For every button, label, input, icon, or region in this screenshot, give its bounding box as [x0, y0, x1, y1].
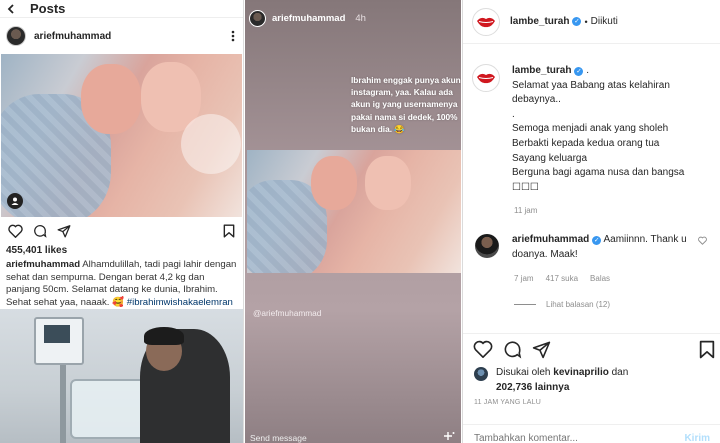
story-mention[interactable]: @ariefmuhammad — [253, 308, 321, 318]
post-comment-button[interactable]: Kirim — [684, 433, 710, 443]
mobile-topbar: Posts — [0, 0, 243, 18]
comment-like-heart-icon[interactable] — [698, 236, 707, 245]
back-arrow-icon[interactable] — [6, 3, 18, 15]
post-action-bar — [473, 338, 715, 360]
verified-badge-icon: ✓ — [572, 17, 582, 26]
comment-time[interactable]: 7 jam — [514, 274, 534, 283]
post-caption: ariefmuhammad Alhamdulillah, tadi pagi l… — [0, 259, 243, 309]
incubator-photo — [0, 309, 243, 443]
comment-username[interactable]: ariefmuhammad — [512, 234, 589, 245]
reply-button[interactable]: Balas — [590, 274, 610, 283]
liked-by: Disukai oleh kevinaprilio dan 202,736 la… — [474, 366, 628, 395]
post-user-suffix: . — [583, 65, 590, 76]
view-replies-button[interactable]: Lihat balasan (12) — [514, 300, 610, 309]
more-options-icon[interactable] — [231, 30, 235, 42]
story-header: ariefmuhammad 4h — [249, 10, 366, 27]
replies-line — [514, 304, 536, 305]
comment-icon[interactable] — [503, 340, 522, 359]
account-username[interactable]: lambe_turah — [510, 16, 569, 27]
share-icon[interactable] — [532, 340, 551, 359]
liked-by-mid: dan — [608, 367, 629, 378]
like-count[interactable]: 455,401 likes — [0, 245, 243, 259]
share-icon[interactable] — [57, 224, 71, 238]
liker-avatar[interactable] — [474, 367, 488, 381]
liked-by-user[interactable]: kevinaprilio — [553, 367, 609, 378]
post-line: ☐☐☐ — [512, 181, 539, 193]
caption-hashtag[interactable]: #ibrahimwishakaelemran — [127, 297, 233, 308]
send-message-field[interactable]: Send message — [250, 433, 307, 443]
post-username[interactable]: lambe_turah — [512, 65, 571, 76]
comment-icon[interactable] — [33, 224, 47, 238]
lips-logo-icon[interactable] — [472, 7, 500, 36]
comment-row: ariefmuhammad ✓ Aamiinnn. Thank u doanya.… — [475, 233, 715, 262]
post-time[interactable]: 11 jam — [514, 206, 537, 215]
post-header: lambe_turah ✓ • Diikuti — [463, 0, 720, 44]
post-line: debaynya.. — [512, 94, 561, 106]
author-username[interactable]: ariefmuhammad — [34, 31, 231, 42]
post-line: Berguna bagi agama nusa dan bangsa — [512, 167, 685, 179]
post-action-bar — [0, 217, 243, 245]
add-comment-input[interactable] — [474, 433, 654, 443]
story-username[interactable]: ariefmuhammad — [272, 13, 345, 24]
story-photo — [247, 150, 461, 273]
send-icon[interactable] — [441, 431, 455, 441]
post-line: Berbakti kepada kedua orang tua — [512, 137, 660, 149]
comment-text: ariefmuhammad ✓ Aamiinnn. Thank u doanya.… — [512, 233, 692, 262]
bookmark-icon[interactable] — [223, 224, 235, 238]
like-heart-icon[interactable] — [473, 340, 493, 358]
separator-dot: • — [584, 16, 588, 27]
story-panel: ariefmuhammad 4h Ibrahim enggak punya ak… — [245, 0, 461, 443]
bookmark-icon[interactable] — [699, 340, 715, 359]
divider — [463, 424, 720, 425]
page-title: Posts — [30, 1, 66, 16]
verified-badge-icon: ✓ — [592, 236, 602, 245]
post-line: Sayang keluarga — [512, 152, 588, 164]
caption-username[interactable]: ariefmuhammad — [6, 259, 80, 270]
post-caption-text: lambe_turah ✓ . Selamat yaa Babang atas k… — [512, 64, 712, 195]
story-time: 4h — [355, 13, 366, 24]
mobile-post-panel: Posts ariefmuhammad 455,401 likes ariefm… — [0, 0, 244, 443]
liked-by-suffix[interactable]: lainnya — [532, 382, 569, 393]
post-date[interactable]: 11 JAM YANG LALU — [474, 399, 541, 406]
comment-avatar[interactable] — [475, 234, 499, 258]
liked-by-text: Disukai oleh kevinaprilio dan 202,736 la… — [496, 366, 628, 395]
avatar[interactable] — [6, 26, 26, 46]
comment-meta: 7 jam 417 suka Balas — [514, 274, 610, 283]
story-text: Ibrahim enggak punya akun instagram, yaa… — [351, 75, 461, 134]
liked-by-count[interactable]: 202,736 — [496, 382, 532, 393]
view-replies-label[interactable]: Lihat balasan (12) — [546, 300, 610, 309]
post-author-row: ariefmuhammad — [0, 18, 243, 54]
story-avatar[interactable] — [249, 10, 266, 27]
post-line: . — [512, 108, 515, 120]
post-photo[interactable] — [1, 54, 242, 217]
liked-by-prefix: Disukai oleh — [496, 367, 554, 378]
post-body: lambe_turah ✓ . Selamat yaa Babang atas k… — [472, 64, 712, 195]
desktop-post-panel: lambe_turah ✓ • Diikuti lambe_turah ✓ . S… — [462, 0, 720, 443]
like-heart-icon[interactable] — [8, 224, 23, 238]
user-tag-icon[interactable] — [7, 193, 23, 209]
follow-status-button[interactable]: Diikuti — [591, 16, 618, 27]
post-line: Selamat yaa Babang atas kelahiran — [512, 79, 670, 91]
divider — [463, 333, 720, 334]
lips-avatar-icon[interactable] — [472, 64, 500, 92]
comment-like-count[interactable]: 417 suka — [546, 274, 578, 283]
post-line: Semoga menjadi anak yang sholeh — [512, 123, 669, 135]
